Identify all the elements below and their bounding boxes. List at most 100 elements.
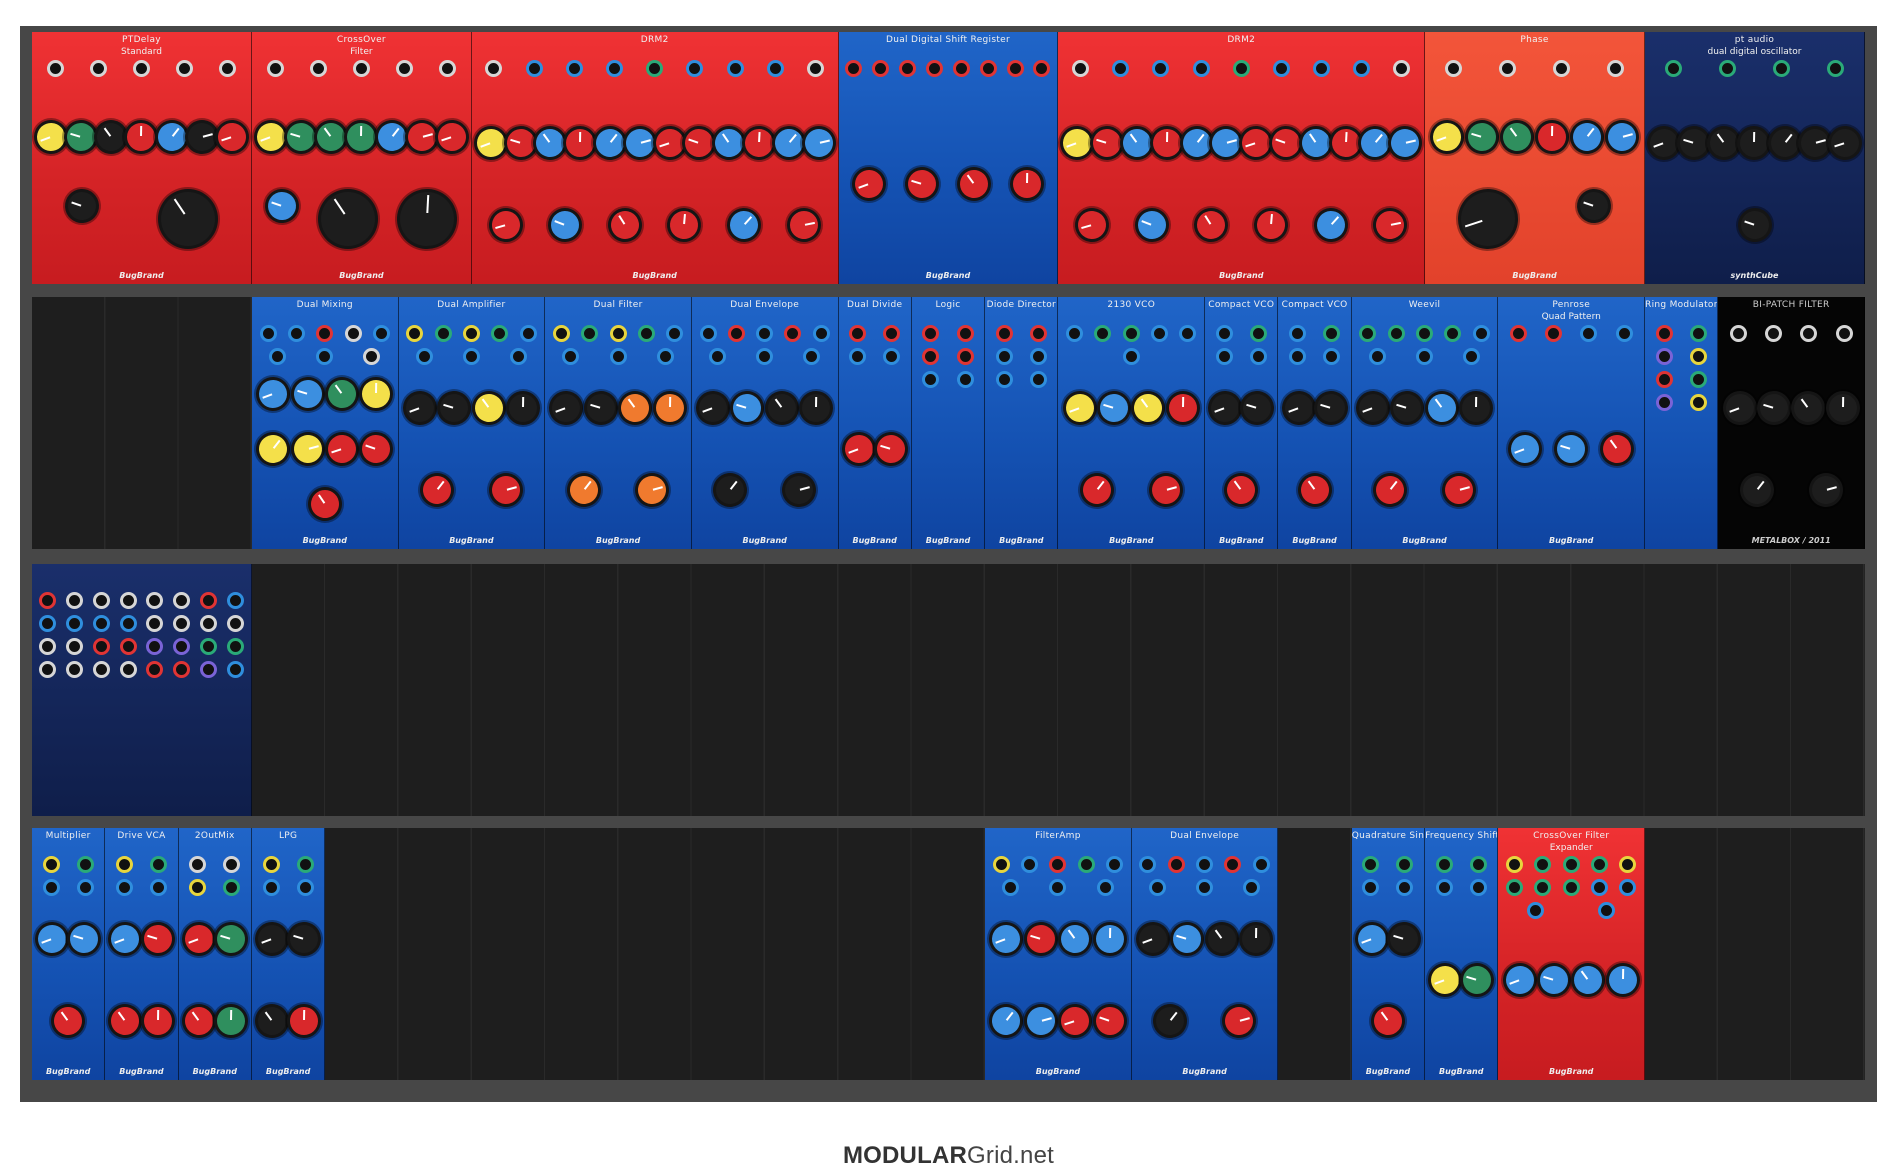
rotary-knob[interactable]	[1422, 388, 1462, 428]
rotary-knob[interactable]	[1373, 208, 1407, 242]
patch-jack[interactable]	[76, 856, 94, 873]
patch-jack[interactable]	[1353, 60, 1371, 77]
patch-jack[interactable]	[415, 348, 433, 365]
rotary-knob[interactable]	[1117, 123, 1157, 163]
patch-jack[interactable]	[438, 60, 456, 77]
patch-jack[interactable]	[1072, 60, 1090, 77]
rotary-knob[interactable]	[180, 921, 217, 957]
rotary-knob[interactable]	[988, 921, 1025, 957]
patch-jack[interactable]	[637, 325, 655, 342]
rotary-knob[interactable]	[986, 1001, 1027, 1041]
rotary-knob[interactable]	[1238, 125, 1274, 161]
patch-jack[interactable]	[1416, 325, 1434, 342]
patch-jack[interactable]	[38, 638, 56, 655]
rotary-knob[interactable]	[253, 429, 293, 469]
patch-jack[interactable]	[146, 592, 164, 609]
patch-jack[interactable]	[1033, 60, 1051, 77]
patch-jack[interactable]	[1323, 348, 1341, 365]
rotary-knob[interactable]	[1536, 962, 1572, 998]
rotary-knob[interactable]	[1128, 388, 1169, 428]
patch-jack[interactable]	[1534, 879, 1552, 896]
rotary-knob[interactable]	[436, 390, 472, 426]
patch-jack[interactable]	[1552, 60, 1570, 77]
rotary-knob[interactable]	[290, 431, 325, 467]
rotary-knob[interactable]	[434, 118, 470, 155]
rotary-knob[interactable]	[1827, 125, 1863, 161]
patch-jack[interactable]	[806, 60, 824, 77]
patch-jack[interactable]	[1826, 60, 1844, 77]
rotary-knob[interactable]	[66, 921, 102, 957]
rotary-knob[interactable]	[184, 119, 219, 154]
patch-jack[interactable]	[1444, 325, 1462, 342]
rotary-knob[interactable]	[1808, 472, 1843, 508]
rotary-knob[interactable]	[1740, 128, 1769, 158]
rotary-knob[interactable]	[140, 921, 176, 957]
rotary-knob[interactable]	[213, 921, 249, 957]
rotary-knob[interactable]	[730, 390, 765, 426]
patch-jack[interactable]	[1800, 325, 1818, 342]
rotary-knob[interactable]	[1605, 119, 1640, 154]
patch-jack[interactable]	[296, 879, 314, 896]
rotary-knob[interactable]	[1497, 116, 1537, 157]
patch-jack[interactable]	[462, 348, 480, 365]
patch-jack[interactable]	[189, 856, 207, 873]
rotary-knob[interactable]	[1788, 388, 1828, 428]
patch-jack[interactable]	[173, 592, 191, 609]
rotary-knob[interactable]	[635, 472, 670, 508]
patch-jack[interactable]	[766, 60, 784, 77]
patch-jack[interactable]	[1509, 325, 1527, 342]
rotary-knob[interactable]	[1330, 128, 1361, 158]
rotary-knob[interactable]	[530, 123, 570, 163]
rotary-knob[interactable]	[1221, 1003, 1257, 1039]
rotary-knob[interactable]	[252, 1001, 292, 1041]
rotary-knob[interactable]	[787, 208, 821, 242]
rotary-knob[interactable]	[33, 118, 70, 155]
patch-jack[interactable]	[784, 325, 802, 342]
rotary-knob[interactable]	[1553, 431, 1589, 467]
patch-jack[interactable]	[1835, 325, 1853, 342]
patch-jack[interactable]	[609, 348, 627, 365]
patch-jack[interactable]	[395, 60, 413, 77]
rotary-knob[interactable]	[1676, 125, 1712, 161]
patch-jack[interactable]	[1469, 879, 1487, 896]
rotary-knob[interactable]	[1295, 470, 1335, 510]
rotary-knob[interactable]	[1736, 207, 1773, 243]
patch-jack[interactable]	[89, 60, 107, 77]
rotary-knob[interactable]	[289, 1006, 319, 1036]
patch-jack[interactable]	[1112, 60, 1130, 77]
patch-jack[interactable]	[1393, 60, 1411, 77]
rotary-knob[interactable]	[1459, 962, 1495, 998]
patch-jack[interactable]	[1066, 325, 1084, 342]
rotary-knob[interactable]	[1537, 122, 1567, 151]
rotary-knob[interactable]	[1091, 1003, 1128, 1039]
patch-jack[interactable]	[150, 879, 168, 896]
patch-jack[interactable]	[200, 638, 218, 655]
patch-jack[interactable]	[65, 661, 83, 678]
patch-jack[interactable]	[1289, 348, 1307, 365]
rotary-knob[interactable]	[264, 187, 301, 224]
patch-jack[interactable]	[1148, 879, 1166, 896]
rotary-knob[interactable]	[63, 119, 99, 154]
rotary-knob[interactable]	[1202, 919, 1242, 959]
patch-jack[interactable]	[406, 325, 424, 342]
patch-jack[interactable]	[1655, 394, 1673, 411]
rotary-knob[interactable]	[253, 118, 289, 155]
patch-jack[interactable]	[1719, 60, 1737, 77]
patch-jack[interactable]	[1096, 879, 1114, 896]
rotary-knob[interactable]	[904, 166, 940, 202]
patch-jack[interactable]	[1196, 879, 1214, 896]
rotary-knob[interactable]	[322, 374, 362, 414]
rotary-knob[interactable]	[290, 376, 326, 412]
patch-jack[interactable]	[1655, 348, 1673, 365]
patch-jack[interactable]	[42, 856, 60, 873]
rotary-knob[interactable]	[286, 921, 322, 957]
rotary-knob[interactable]	[590, 123, 630, 163]
patch-jack[interactable]	[344, 325, 362, 342]
rotary-knob[interactable]	[214, 118, 250, 155]
rotary-knob[interactable]	[1737, 470, 1777, 510]
rotary-knob[interactable]	[709, 123, 749, 163]
rotary-knob[interactable]	[1608, 965, 1638, 995]
patch-jack[interactable]	[699, 325, 717, 342]
patch-jack[interactable]	[65, 592, 83, 609]
patch-jack[interactable]	[150, 856, 168, 873]
